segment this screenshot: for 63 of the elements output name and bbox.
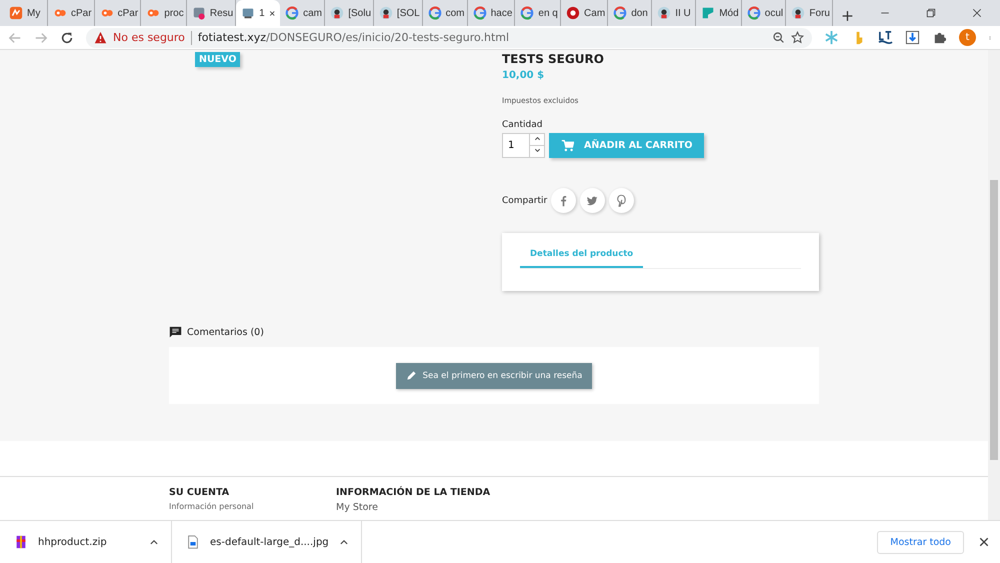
logo-icon	[566, 6, 580, 20]
avatar-icon	[378, 6, 393, 20]
write-review-button[interactable]: Sea el primero en escribir una reseña	[396, 362, 592, 388]
comments-heading: Comentarios (0)	[187, 327, 264, 338]
new-badge: NUEVO	[195, 52, 240, 67]
cart-icon	[561, 139, 574, 152]
product-title: TESTS SEGURO	[502, 53, 605, 66]
new-tab-icon[interactable]	[841, 9, 854, 23]
social-share-button[interactable]	[551, 188, 576, 213]
share-label: Compartir	[502, 196, 548, 206]
social-share-button[interactable]	[609, 188, 634, 213]
zoom-out-icon[interactable]	[772, 31, 785, 44]
pinterest-icon	[615, 194, 628, 207]
footer-link[interactable]: Información personal	[169, 502, 336, 511]
g-logo-icon	[746, 6, 761, 20]
footer-heading: SU CUENTA	[169, 487, 230, 498]
avatar-icon	[791, 6, 806, 20]
page-icon	[192, 6, 206, 20]
lt-icon[interactable]	[878, 30, 893, 45]
reload-icon[interactable]	[60, 30, 74, 44]
footer-link[interactable]: My Store	[336, 502, 490, 513]
avatar-icon	[330, 6, 344, 20]
chevron-up-icon[interactable]	[149, 537, 159, 547]
avatar-icon	[657, 6, 672, 20]
address-field[interactable]: No es seguro fotiatest.xyz/DONSEGURO/es/inicio/20-tests-seguro.html	[86, 28, 812, 48]
download-filename: hhproduct.zip	[38, 536, 107, 548]
restore-icon[interactable]	[925, 7, 937, 19]
pencil-icon	[406, 370, 417, 381]
puzzle-icon[interactable]	[932, 30, 947, 45]
g-logo-icon	[428, 6, 442, 20]
comment-icon	[169, 326, 182, 339]
download-item[interactable]: hhproduct.zip	[0, 520, 172, 563]
close-icon[interactable]	[978, 536, 990, 548]
quantity-stepper[interactable]: 1	[502, 133, 545, 158]
download-filename: es-default-large_d....jpg	[210, 536, 329, 548]
chevron-up-icon	[534, 135, 540, 142]
url-text: fotiatest.xyz/DONSEGURO/es/inicio/20-tests-seguro.html	[198, 31, 510, 44]
star-icon[interactable]	[791, 31, 804, 44]
image-file-icon	[186, 535, 200, 549]
download-icon[interactable]	[905, 30, 920, 45]
monitor-icon	[241, 6, 256, 20]
product-price: 10,00 $	[502, 70, 546, 81]
logo-icon	[9, 6, 23, 20]
archive-icon	[14, 535, 28, 549]
chevron-down-icon	[534, 147, 540, 154]
g-logo-icon	[520, 6, 534, 20]
chevron-up-icon[interactable]	[338, 537, 349, 547]
quantity-label: Cantidad	[502, 120, 544, 130]
g-logo-icon	[472, 6, 487, 20]
scrollbar[interactable]	[988, 50, 1000, 520]
close-icon[interactable]	[971, 7, 983, 19]
twitter-icon	[586, 194, 600, 207]
footer-heading: INFORMACIÓN DE LA TIENDA	[336, 487, 490, 498]
g-logo-icon	[285, 6, 300, 20]
security-warning[interactable]: No es seguro	[113, 31, 185, 44]
warning-icon	[94, 31, 107, 44]
social-share-button[interactable]	[580, 188, 606, 213]
g-logo-icon	[613, 6, 628, 20]
download-item[interactable]: es-default-large_d....jpg	[172, 520, 362, 563]
show-all-button[interactable]: Mostrar todo	[877, 530, 964, 554]
close-icon[interactable]	[268, 8, 276, 18]
browser-tab[interactable]: 1	[236, 0, 280, 26]
logo-icon	[701, 6, 716, 20]
